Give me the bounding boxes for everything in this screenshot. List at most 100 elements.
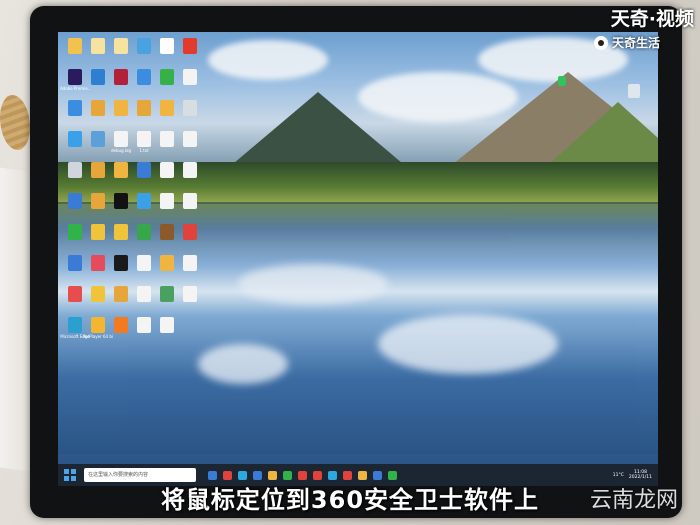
desktop-icon[interactable] (87, 286, 109, 314)
app-icon (91, 100, 105, 116)
desktop-icon[interactable]: 1.txt (133, 131, 155, 159)
app-icon (91, 38, 105, 54)
taskbar-app-icon[interactable] (328, 470, 337, 480)
desktop-icon[interactable] (87, 224, 109, 252)
app-icon (68, 255, 82, 271)
taskbar-app-icon[interactable] (208, 470, 217, 480)
app-icon (114, 286, 128, 302)
desktop-icon[interactable] (110, 69, 132, 97)
app-icon (160, 38, 174, 54)
app-icon (137, 193, 151, 209)
desktop-icon-label: 1.txt (139, 148, 149, 153)
desktop-icon[interactable] (87, 255, 109, 283)
desktop-icon[interactable] (133, 69, 155, 97)
app-icon (137, 255, 151, 271)
desktop-icon[interactable] (110, 286, 132, 314)
desktop-icon[interactable] (87, 100, 109, 128)
desktop-icon[interactable]: debug.log (110, 131, 132, 159)
taskbar-app-icon[interactable] (298, 470, 307, 480)
desktop-icon[interactable] (110, 162, 132, 190)
app-icon (114, 100, 128, 116)
desktop-icon[interactable] (156, 193, 178, 221)
desktop-icon[interactable] (64, 162, 86, 190)
desktop-icon[interactable] (156, 224, 178, 252)
desktop-icon[interactable] (133, 224, 155, 252)
desktop-icon[interactable] (133, 317, 155, 345)
system-tray: 11°C 11:08 2022/1/11 (613, 470, 652, 480)
desktop-icon[interactable] (110, 100, 132, 128)
app-icon (160, 317, 174, 333)
desktop-icon[interactable] (64, 193, 86, 221)
desktop-icon[interactable] (133, 255, 155, 283)
desktop-icon[interactable] (64, 224, 86, 252)
desktop-icon[interactable] (156, 317, 178, 345)
desktop-icon[interactable] (110, 38, 132, 66)
desktop-icon[interactable] (179, 162, 201, 190)
desktop-icon[interactable] (133, 100, 155, 128)
desktop-icon[interactable] (156, 286, 178, 314)
app-icon (183, 286, 197, 302)
taskbar-app-icon[interactable] (223, 470, 232, 480)
desktop-icon[interactable] (179, 100, 201, 128)
desktop-icon[interactable]: PotPlayer 64 bit (83, 317, 113, 345)
desktop-icon[interactable] (87, 193, 109, 221)
app-icon (114, 224, 128, 240)
taskbar-app-icon[interactable] (253, 470, 262, 480)
desktop-icon[interactable] (179, 131, 201, 159)
desktop-icon[interactable] (64, 38, 86, 66)
taskbar-apps (208, 470, 397, 480)
desktop-icon[interactable] (156, 38, 178, 66)
desktop-icon[interactable] (87, 38, 109, 66)
taskbar-clock[interactable]: 11:08 2022/1/11 (629, 470, 652, 480)
desktop-icon[interactable] (179, 69, 201, 97)
app-icon (183, 162, 197, 178)
taskbar-app-icon[interactable] (373, 470, 382, 480)
app-icon (68, 224, 82, 240)
desktop-icon[interactable] (110, 193, 132, 221)
taskbar-app-icon[interactable] (388, 470, 397, 480)
desktop-icon[interactable] (133, 38, 155, 66)
desktop-icon[interactable] (64, 255, 86, 283)
desktop-icon[interactable] (133, 162, 155, 190)
desktop-icon[interactable] (64, 100, 86, 128)
recycle-bin-icon[interactable] (628, 84, 640, 98)
desktop-icon[interactable] (156, 131, 178, 159)
taskbar-app-icon[interactable] (268, 470, 277, 480)
desktop-icon[interactable] (156, 255, 178, 283)
desktop-icon[interactable] (110, 224, 132, 252)
taskbar-app-icon[interactable] (313, 470, 322, 480)
taskbar-app-icon[interactable] (343, 470, 352, 480)
desktop-icon[interactable] (133, 193, 155, 221)
desktop-icon[interactable] (110, 255, 132, 283)
app-icon (160, 131, 174, 147)
desktop-icon[interactable] (64, 131, 86, 159)
desktop-icon[interactable] (179, 286, 201, 314)
desktop-icon[interactable] (87, 69, 109, 97)
desktop-icon[interactable] (179, 38, 201, 66)
desktop-icon[interactable] (156, 162, 178, 190)
desktop-icon[interactable] (179, 193, 201, 221)
desktop-icon[interactable] (156, 69, 178, 97)
app-icon (68, 131, 82, 147)
weather-temp[interactable]: 11°C (613, 473, 624, 478)
app-icon (91, 286, 105, 302)
desktop-icon-label: PotPlayer 64 bit (83, 334, 113, 339)
taskbar-app-icon[interactable] (283, 470, 292, 480)
app-icon (137, 317, 151, 333)
desktop-icon[interactable]: Microsoft Edge (60, 317, 90, 345)
taskbar-app-icon[interactable] (238, 470, 247, 480)
taskbar-app-icon[interactable] (358, 470, 367, 480)
desktop-icon[interactable] (179, 224, 201, 252)
desktop-icon[interactable] (179, 255, 201, 283)
app-icon (68, 100, 82, 116)
desktop-icon[interactable] (133, 286, 155, 314)
desktop-icon[interactable]: Adobe Premie... (60, 69, 90, 97)
app-icon (137, 38, 151, 54)
watermark-sub: 天奇生活 (593, 34, 660, 51)
desktop-icon[interactable] (87, 162, 109, 190)
desktop-icon[interactable] (156, 100, 178, 128)
desktop-icon[interactable] (110, 317, 132, 345)
pinned-app-icon[interactable] (558, 76, 566, 86)
desktop-icon[interactable] (64, 286, 86, 314)
desktop-icon[interactable] (87, 131, 109, 159)
